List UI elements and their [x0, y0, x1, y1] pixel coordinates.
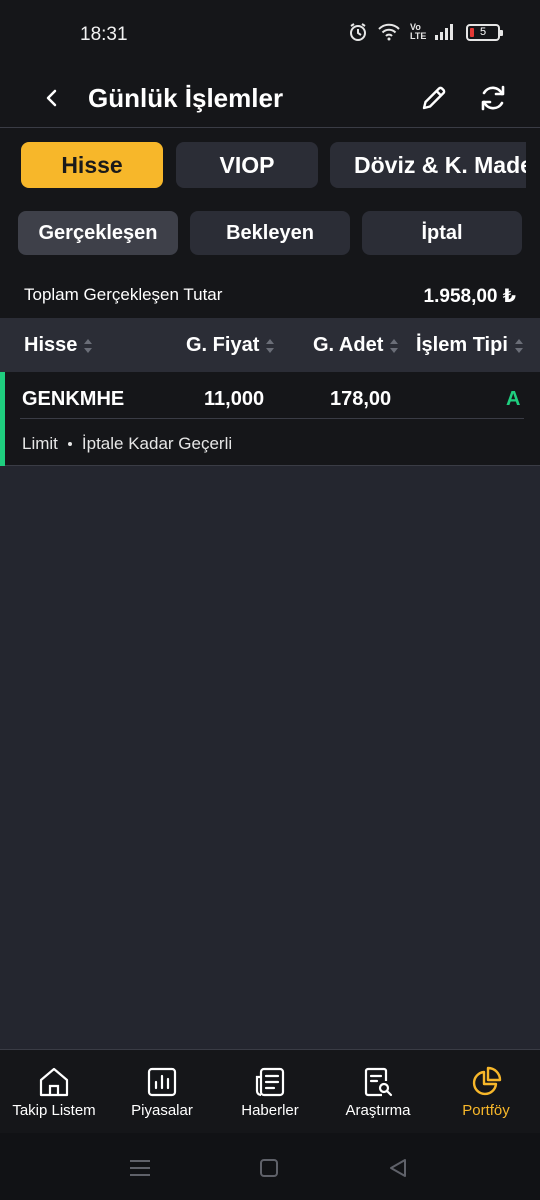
home-icon: [39, 1067, 69, 1097]
menu-icon: [130, 1160, 150, 1176]
tab-viop[interactable]: VIOP: [176, 142, 318, 188]
nav-takip-listem[interactable]: Takip Listem: [0, 1050, 108, 1134]
nav-arastirma-label: Araştırma: [345, 1102, 411, 1119]
battery-level: 5: [479, 26, 487, 38]
chart-icon: [147, 1067, 177, 1097]
column-islem-tipi[interactable]: İşlem Tipi: [416, 334, 524, 357]
tab-doviz[interactable]: Döviz & K. Maden: [330, 142, 526, 188]
bullet-separator: [67, 442, 72, 446]
nav-haberler[interactable]: Haberler: [216, 1050, 324, 1134]
chevron-left-icon: [46, 89, 57, 107]
market-tabs: Hisse VIOP Döviz & K. Maden: [0, 128, 540, 200]
status-bar: 18:31 Vo LTE 5: [0, 0, 540, 70]
tab-hisse-label: Hisse: [61, 151, 123, 178]
column-islem-tipi-label: İşlem Tipi: [416, 334, 508, 356]
column-hisse-label: Hisse: [24, 334, 78, 356]
home-button[interactable]: [254, 1153, 284, 1183]
status-icons: Vo LTE 5: [348, 22, 503, 42]
table-row[interactable]: GENKMHE 11,000 178,00 A Limit İptale Kad…: [0, 372, 540, 466]
alarm-icon: [348, 22, 368, 42]
pencil-icon: [422, 86, 446, 110]
status-time: 18:31: [80, 24, 128, 45]
tab-bekleyen[interactable]: Bekleyen: [190, 211, 350, 255]
row-details: Limit İptale Kadar Geçerli: [22, 434, 232, 454]
column-g-adet-label: G. Adet: [313, 334, 384, 356]
order-validity: İptale Kadar Geçerli: [81, 434, 233, 453]
research-icon: [364, 1067, 393, 1097]
tab-doviz-label: Döviz & K. Maden: [354, 151, 526, 178]
system-nav-bar: [0, 1133, 540, 1200]
nav-portfoy-label: Portföy: [462, 1102, 510, 1119]
tab-bekleyen-label: Bekleyen: [226, 221, 314, 244]
summary-value: 1.958,00 ₺: [423, 286, 516, 307]
tab-iptal-label: İptal: [421, 221, 463, 244]
sort-icon: [390, 338, 399, 353]
row-divider: [20, 418, 524, 419]
edit-button[interactable]: [414, 78, 454, 118]
battery-icon: 5: [466, 23, 503, 41]
menu-button[interactable]: [125, 1153, 155, 1183]
table-header: Hisse G. Fiyat G. Adet İşlem Tipi: [0, 318, 540, 372]
nav-haberler-label: Haberler: [241, 1102, 299, 1119]
back-system-button[interactable]: [383, 1153, 413, 1183]
tab-hisse[interactable]: Hisse: [21, 142, 163, 188]
nav-piyasalar[interactable]: Piyasalar: [108, 1050, 216, 1134]
cell-quantity: 178,00: [330, 388, 392, 410]
news-icon: [255, 1067, 285, 1097]
nav-arastirma[interactable]: Araştırma: [324, 1050, 432, 1134]
pie-chart-icon: [472, 1066, 502, 1096]
column-g-fiyat[interactable]: G. Fiyat: [186, 334, 275, 357]
cell-symbol: GENKMHE: [22, 388, 125, 410]
sort-icon: [514, 338, 523, 353]
tab-iptal[interactable]: İptal: [362, 211, 522, 255]
status-tabs: Gerçekleşen Bekleyen İptal: [0, 200, 540, 270]
signal-icon: [434, 24, 456, 40]
tab-gerceklesen[interactable]: Gerçekleşen: [18, 211, 178, 255]
back-button[interactable]: [34, 80, 70, 116]
app-header: Günlük İşlemler: [0, 70, 540, 128]
row-buy-indicator: [0, 372, 5, 466]
nav-piyasalar-label: Piyasalar: [131, 1102, 193, 1119]
volte-label: Vo LTE: [410, 22, 427, 41]
square-icon: [260, 1159, 278, 1177]
sort-icon: [266, 338, 275, 353]
refresh-button[interactable]: [473, 78, 513, 118]
tab-gerceklesen-label: Gerçekleşen: [38, 221, 158, 244]
column-g-adet[interactable]: G. Adet: [313, 334, 399, 357]
page-title: Günlük İşlemler: [88, 83, 284, 113]
nav-portfoy[interactable]: Portföy: [432, 1050, 540, 1134]
column-g-fiyat-label: G. Fiyat: [186, 334, 260, 356]
refresh-icon: [481, 85, 505, 111]
nav-takip-listem-label: Takip Listem: [12, 1102, 96, 1119]
wifi-icon: [378, 23, 400, 41]
cell-type: A: [506, 388, 521, 410]
order-type: Limit: [22, 434, 58, 453]
summary-label: Toplam Gerçekleşen Tutar: [24, 285, 223, 304]
cell-price: 11,000: [204, 388, 265, 410]
triangle-back-icon: [390, 1159, 406, 1177]
summary-bar: Toplam Gerçekleşen Tutar 1.958,00 ₺: [0, 270, 540, 318]
bottom-nav: Takip Listem Piyasalar Haberler Araştırm…: [0, 1049, 540, 1133]
tab-viop-label: VIOP: [219, 151, 275, 178]
column-hisse[interactable]: Hisse: [24, 334, 93, 357]
sort-icon: [84, 338, 93, 353]
